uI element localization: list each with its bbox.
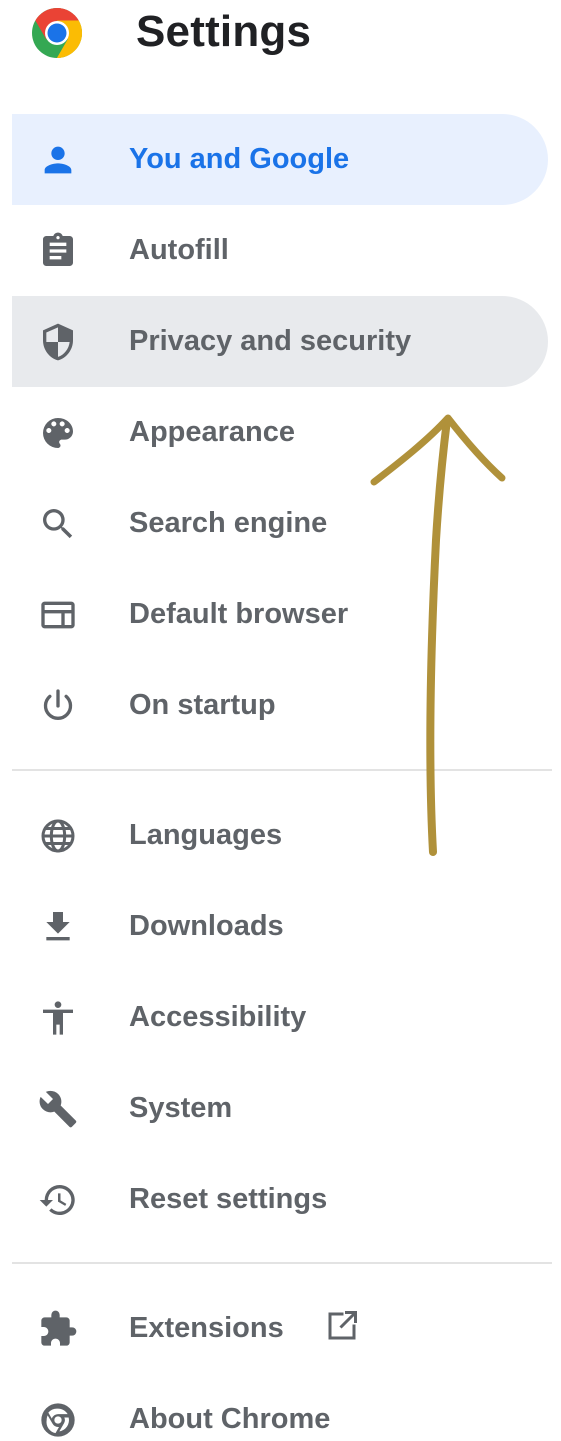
- extensions-label-text: Extensions: [129, 1312, 284, 1344]
- chrome-logo-icon: [31, 7, 83, 59]
- sidebar-item-label: Extensions: [129, 1283, 360, 1374]
- open-in-new-icon[interactable]: [324, 1308, 360, 1344]
- sidebar-item-default-browser[interactable]: Default browser: [12, 569, 548, 660]
- sidebar-item-label: Accessibility: [129, 1001, 307, 1033]
- sidebar-item-label: Languages: [129, 819, 283, 851]
- sidebar-item-privacy-and-security[interactable]: Privacy and security: [12, 296, 548, 387]
- sidebar-item-search-engine[interactable]: Search engine: [12, 478, 548, 569]
- sidebar-item-label: About Chrome: [129, 1403, 331, 1435]
- header: Settings: [0, 0, 561, 70]
- sidebar-item-label: Search engine: [129, 507, 328, 539]
- sidebar-item-reset-settings[interactable]: Reset settings: [12, 1154, 548, 1245]
- power-icon: [38, 686, 78, 726]
- sidebar-item-you-and-google[interactable]: You and Google: [12, 114, 548, 205]
- puzzle-icon: [38, 1309, 78, 1349]
- sidebar-item-label: Default browser: [129, 598, 349, 630]
- section-divider: [12, 1262, 552, 1264]
- browser-window-icon: [38, 595, 78, 635]
- download-icon: [38, 907, 78, 947]
- palette-icon: [38, 413, 78, 453]
- person-icon: [38, 140, 78, 180]
- globe-icon: [38, 816, 78, 856]
- sidebar-item-accessibility[interactable]: Accessibility: [12, 972, 548, 1063]
- sidebar-item-label: On startup: [129, 689, 276, 721]
- clipboard-icon: [38, 231, 78, 271]
- search-icon: [38, 504, 78, 544]
- sidebar-item-about-chrome[interactable]: About Chrome: [12, 1374, 548, 1441]
- sidebar-item-extensions[interactable]: Extensions: [12, 1283, 548, 1374]
- sidebar-item-label: Reset settings: [129, 1183, 328, 1215]
- section-divider: [12, 769, 552, 771]
- sidebar-item-on-startup[interactable]: On startup: [12, 660, 548, 751]
- sidebar-item-system[interactable]: System: [12, 1063, 548, 1154]
- wrench-icon: [38, 1089, 78, 1129]
- sidebar-item-autofill[interactable]: Autofill: [12, 205, 548, 296]
- accessibility-icon: [38, 998, 78, 1038]
- sidebar-item-label: Downloads: [129, 910, 284, 942]
- sidebar-item-label: System: [129, 1092, 233, 1124]
- settings-page: Settings You and Google Autofill Privacy…: [0, 0, 561, 1441]
- sidebar-item-label: Autofill: [129, 234, 229, 266]
- sidebar-item-appearance[interactable]: Appearance: [12, 387, 548, 478]
- page-title: Settings: [136, 7, 312, 56]
- history-icon: [38, 1180, 78, 1220]
- sidebar-item-label: Privacy and security: [129, 325, 412, 357]
- sidebar-item-label: You and Google: [129, 143, 350, 175]
- sidebar-item-label: Appearance: [129, 416, 296, 448]
- chrome-outline-icon: [38, 1400, 78, 1440]
- sidebar-item-downloads[interactable]: Downloads: [12, 881, 548, 972]
- shield-icon: [38, 322, 78, 362]
- sidebar-item-languages[interactable]: Languages: [12, 790, 548, 881]
